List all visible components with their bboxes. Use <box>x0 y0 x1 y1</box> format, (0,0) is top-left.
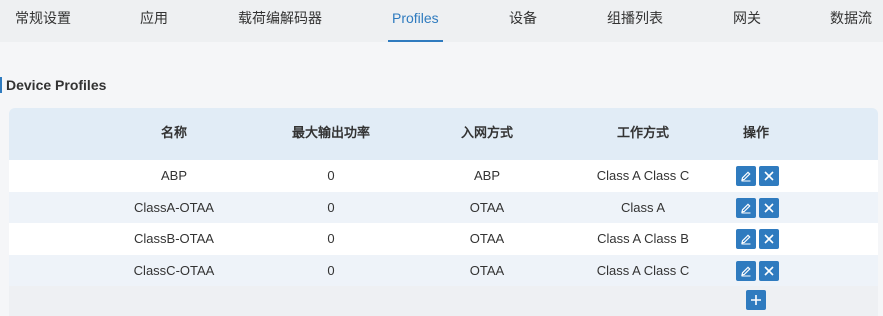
tab-profiles[interactable]: Profiles <box>388 0 443 42</box>
close-icon <box>764 171 774 181</box>
cell-name: ClassC-OTAA <box>133 262 215 278</box>
add-profile-button[interactable] <box>746 290 766 310</box>
column-header-join-type: 入网方式 <box>460 125 514 140</box>
column-header-class-mode: 工作方式 <box>616 125 670 140</box>
row-actions <box>736 166 779 186</box>
tab-general-settings[interactable]: 常规设置 <box>15 0 71 42</box>
add-row <box>9 286 878 316</box>
close-icon <box>764 202 774 213</box>
row-actions <box>736 197 779 218</box>
cell-join-type: OTAA <box>469 199 505 215</box>
tab-bar: 常规设置 应用 载荷编解码器 Profiles 设备 组播列表 网关 数据流 <box>0 0 883 42</box>
column-header-actions: 操作 <box>742 125 770 140</box>
pencil-icon <box>741 171 751 182</box>
column-header-max-power: 最大输出功率 <box>291 125 371 140</box>
edit-button[interactable] <box>736 166 756 186</box>
tab-gateways[interactable]: 网关 <box>733 0 761 42</box>
table-row: ABP 0 ABP Class A Class C <box>9 160 878 192</box>
tab-applications[interactable]: 应用 <box>140 0 168 42</box>
delete-button[interactable] <box>759 197 779 218</box>
cell-name: ClassA-OTAA <box>134 199 214 215</box>
device-profiles-table: 名称 最大输出功率 入网方式 工作方式 操作 ABP 0 ABP Class A… <box>9 108 878 316</box>
delete-button[interactable] <box>759 260 779 281</box>
pencil-icon <box>741 265 751 276</box>
cell-join-type: OTAA <box>469 262 505 278</box>
cell-name: ABP <box>160 168 188 183</box>
table-row: ClassC-OTAA 0 OTAA Class A Class C <box>9 254 878 286</box>
cell-join-type: OTAA <box>469 231 505 246</box>
cell-max-power: 0 <box>327 199 335 215</box>
row-actions <box>736 260 779 281</box>
plus-icon <box>751 295 761 305</box>
table-header: 名称 最大输出功率 入网方式 工作方式 操作 <box>9 108 878 160</box>
table-row: ClassB-OTAA 0 OTAA Class A Class B <box>9 223 878 255</box>
close-icon <box>764 265 774 276</box>
table-row: ClassA-OTAA 0 OTAA Class A <box>9 191 878 223</box>
column-header-name: 名称 <box>160 125 188 140</box>
edit-button[interactable] <box>736 260 756 281</box>
close-icon <box>764 234 774 244</box>
cell-class-mode: Class A <box>620 199 666 215</box>
section-title: Device Profiles <box>0 77 106 93</box>
tab-devices[interactable]: 设备 <box>509 0 537 42</box>
cell-class-mode: Class A Class B <box>597 231 689 246</box>
delete-button[interactable] <box>759 229 779 249</box>
cell-class-mode: Class A Class C <box>596 168 690 183</box>
edit-button[interactable] <box>736 197 756 218</box>
cell-join-type: ABP <box>473 168 501 183</box>
cell-name: ClassB-OTAA <box>134 231 214 246</box>
cell-max-power: 0 <box>327 262 335 278</box>
delete-button[interactable] <box>759 166 779 186</box>
cell-max-power: 0 <box>327 168 335 183</box>
edit-button[interactable] <box>736 229 756 249</box>
tab-multicast-list[interactable]: 组播列表 <box>607 0 663 42</box>
cell-max-power: 0 <box>327 231 335 246</box>
pencil-icon <box>741 234 751 245</box>
cell-class-mode: Class A Class C <box>596 262 690 278</box>
tab-data-streams[interactable]: 数据流 <box>830 0 872 42</box>
tab-payload-codec[interactable]: 载荷编解码器 <box>238 0 322 42</box>
pencil-icon <box>741 202 751 213</box>
row-actions <box>736 229 779 249</box>
